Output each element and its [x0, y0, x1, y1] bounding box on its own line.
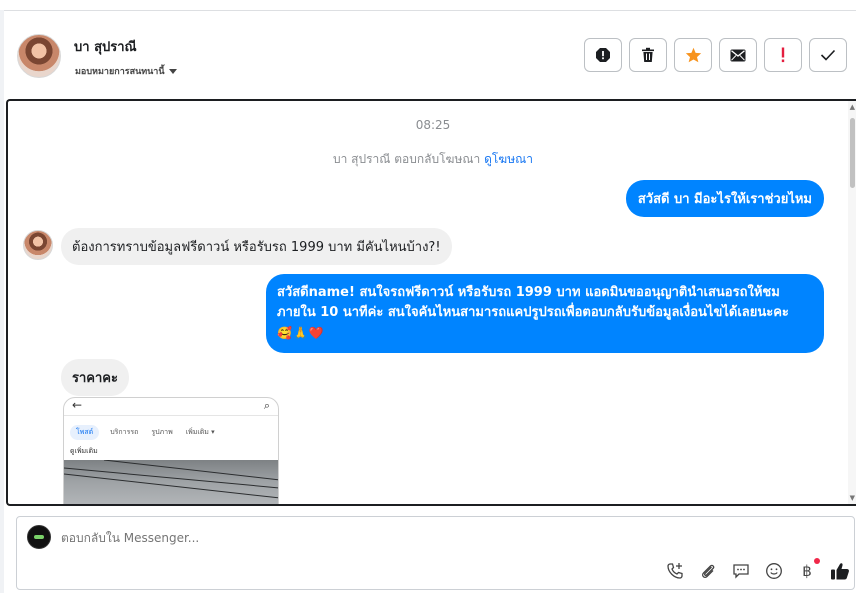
delete-button[interactable] [629, 38, 667, 72]
message-text: สวัสดีname! สนใจรถฟรีดาวน์ หรือรับรถ 199… [277, 285, 789, 320]
like-icon [831, 563, 849, 580]
image-attachment[interactable]: ← ⌕ โพสต์ บริการรถ รูปภาพ เพิ่มเติม ▾ ดู… [63, 397, 279, 504]
attachment-tabs: โพสต์ บริการรถ รูปภาพ เพิ่มเติม ▾ [70, 425, 217, 440]
spam-icon [596, 48, 610, 62]
reply-composer: ฿ [16, 516, 855, 590]
contact-avatar-small [23, 230, 53, 260]
mark-done-button[interactable] [809, 38, 847, 72]
message-emoji: 🥰🙏❤️ [277, 326, 325, 340]
trash-icon [642, 47, 654, 62]
outgoing-message[interactable]: สวัสดีname! สนใจรถฟรีดาวน์ หรือรับรถ 199… [266, 274, 824, 353]
view-ad-link[interactable]: ดูโฆษณา [484, 152, 533, 166]
notification-dot [814, 558, 820, 564]
mark-spam-button[interactable] [584, 38, 622, 72]
mail-icon [730, 49, 746, 61]
saved-replies-icon [733, 564, 749, 579]
mark-important-button[interactable] [764, 38, 802, 72]
emoji-icon [766, 563, 782, 579]
star-button[interactable] [674, 38, 712, 72]
incoming-message[interactable]: ต้องการทราบข้อมูลฟรีดาวน์ หรือรับรถ 1999… [61, 228, 452, 265]
page-avatar [27, 525, 51, 549]
incoming-message[interactable]: ราคาคะ [61, 359, 129, 396]
ad-reply-text: บา สุปราณี ตอบกลับโฆษณา [333, 152, 481, 166]
attachment-tab: รูปภาพ [151, 428, 173, 436]
power-lines-graphic [64, 459, 278, 499]
attachment-icon [702, 564, 715, 578]
emoji-button[interactable] [764, 561, 784, 581]
contact-avatar[interactable] [17, 34, 61, 78]
attachment-tab: เพิ่มเติม ▾ [185, 428, 215, 436]
ad-reply-notice: บา สุปราณี ตอบกลับโฆษณา ดูโฆษณา [8, 150, 856, 169]
reply-input[interactable] [61, 531, 661, 545]
message-thread[interactable]: ▲ ▼ 08:25 บา สุปราณี ตอบกลับโฆษณา ดูโฆษณ… [6, 99, 856, 506]
scroll-down-icon[interactable]: ▼ [850, 494, 855, 502]
star-icon [685, 47, 701, 63]
assign-label: มอบหมายการสนทนานี้ [75, 67, 165, 77]
attachment-tab: โพสต์ [70, 425, 100, 440]
composer-toolbar: ฿ [665, 558, 850, 581]
mark-unread-button[interactable] [719, 38, 757, 72]
search-icon: ⌕ [263, 399, 270, 412]
payment-icon: ฿ [802, 562, 812, 580]
header-actions [584, 38, 847, 72]
message-timestamp: 08:25 [415, 118, 451, 132]
attachment-app-bar: ← ⌕ [64, 398, 278, 416]
payment-button[interactable]: ฿ [797, 558, 820, 581]
caret-down-icon [168, 68, 177, 74]
call-icon [667, 563, 683, 579]
attach-file-button[interactable] [698, 561, 718, 581]
attachment-caption: ดูเพิ่มเติม [70, 447, 98, 455]
conversation-header: บา สุปราณี มอบหมายการสนทนานี้ [0, 11, 856, 99]
assign-conversation-dropdown[interactable]: มอบหมายการสนทนานี้ [75, 64, 177, 78]
outgoing-message[interactable]: สวัสดี บา มีอะไรให้เราช่วยไหม [625, 180, 824, 217]
saved-replies-button[interactable] [731, 561, 751, 581]
attachment-tab: บริการรถ [110, 428, 139, 436]
scroll-up-icon[interactable]: ▲ [850, 103, 855, 111]
like-button[interactable] [830, 561, 850, 581]
contact-name[interactable]: บา สุปราณี [74, 36, 137, 57]
call-button[interactable] [665, 561, 685, 581]
back-arrow-icon: ← [72, 398, 83, 412]
attachment-photo [64, 459, 278, 504]
important-icon [781, 47, 785, 63]
check-icon [820, 49, 836, 61]
